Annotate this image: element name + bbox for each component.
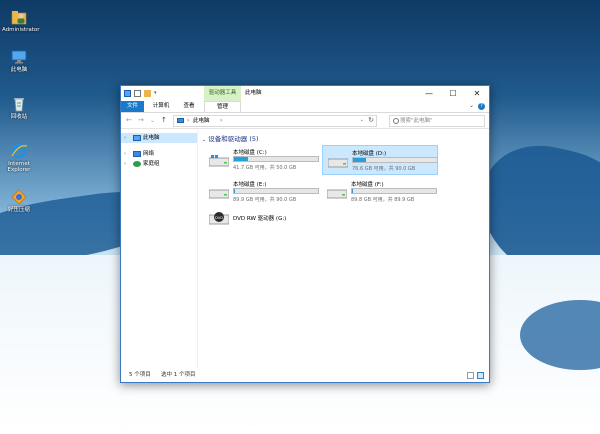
drive-name: 本地磁盘 (D:) <box>352 151 387 157</box>
tab-manage[interactable]: 管理 <box>204 101 241 112</box>
expand-ribbon-icon[interactable]: ⌄ <box>469 102 474 109</box>
drive-space-info: 41.7 GB 可用，共 50.0 GB <box>233 165 297 171</box>
drive-usage-fill <box>352 189 353 193</box>
drive-space-info: 89.8 GB 可用，共 89.9 GB <box>351 197 415 203</box>
drive-usage-fill <box>234 189 235 193</box>
drive-f[interactable]: 本地磁盘 (F:) 89.8 GB 可用，共 89.9 GB <box>322 177 438 207</box>
quick-access-toolbar: ▾ <box>124 89 159 98</box>
minimize-button[interactable]: — <box>417 86 441 101</box>
drive-c[interactable]: 本地磁盘 (C:) 41.7 GB 可用，共 50.0 GB <box>204 145 320 175</box>
search-placeholder: 搜索"此电脑" <box>400 118 433 124</box>
up-button[interactable]: ↑ <box>161 116 167 125</box>
tiles-view-button[interactable] <box>477 372 484 379</box>
details-view-button[interactable] <box>467 372 474 379</box>
tab-file[interactable]: 文件 <box>121 101 144 112</box>
file-explorer-window[interactable]: ▾ 驱动器工具 此电脑 — ☐ ✕ 文件 计算机 查看 管理 ⌄ ? ← → ⌄… <box>120 85 490 383</box>
desktop-icon-label: 此电脑 <box>10 67 28 73</box>
tab-computer[interactable]: 计算机 <box>149 101 173 112</box>
sidebar-item-network[interactable]: › 网络 <box>121 149 197 159</box>
status-selected-count: 选中 1 个项目 <box>161 372 196 378</box>
drive-e[interactable]: 本地磁盘 (E:) 89.9 GB 可用，共 90.0 GB <box>204 177 320 207</box>
desktop-icon-this-pc[interactable]: 此电脑 <box>2 48 36 73</box>
drive-g-dvd[interactable]: DVD DVD RW 驱动器 (G:) <box>204 209 320 229</box>
drive-usage-bar <box>233 156 319 162</box>
windows-drive-icon <box>208 155 230 167</box>
homegroup-icon <box>133 161 141 167</box>
desktop-icon-administrator[interactable]: Administrator <box>2 8 40 33</box>
status-item-count: 5 个项目 <box>129 372 151 378</box>
back-button[interactable]: ← <box>126 116 132 125</box>
recycle-bin-icon <box>10 95 28 113</box>
address-bar[interactable]: › 此电脑 › ⌄ ↻ <box>173 115 377 127</box>
drive-name: DVD RW 驱动器 (G:) <box>233 216 287 222</box>
forward-button[interactable]: → <box>138 116 144 125</box>
drive-usage-bar <box>352 157 438 163</box>
drive-d[interactable]: 本地磁盘 (D:) 76.6 GB 可用，共 90.0 GB <box>322 145 438 175</box>
breadcrumb-separator[interactable]: › <box>220 117 222 124</box>
desktop-icon-label: 回收站 <box>10 114 28 120</box>
search-icon <box>393 118 399 124</box>
breadcrumb-this-pc[interactable]: 此电脑 <box>193 116 210 126</box>
desktop-icon-haozip[interactable]: 好压压缩 <box>2 188 36 213</box>
content-pane: ⌄ 设备和驱动器 (5) 本地磁盘 (C:) 41.7 GB 可用，共 50.0… <box>198 129 489 368</box>
hard-drive-icon <box>327 156 349 168</box>
help-icon[interactable]: ? <box>478 103 485 110</box>
hard-drive-icon <box>208 187 230 199</box>
refresh-icon[interactable]: ↻ <box>368 116 374 124</box>
drive-space-info: 76.6 GB 可用，共 90.0 GB <box>352 166 416 172</box>
group-header-label: 设备和驱动器 (5) <box>208 135 259 143</box>
sidebar-item-label: 网络 <box>143 151 155 157</box>
tab-view[interactable]: 查看 <box>179 101 199 112</box>
sidebar-item-label: 此电脑 <box>143 135 160 141</box>
address-dropdown-icon[interactable]: ⌄ <box>360 117 364 123</box>
desktop-icon-internet-explorer[interactable]: Internet Explorer <box>2 142 36 173</box>
desktop-icon-label: Internet Explorer <box>7 161 31 173</box>
drive-usage-fill <box>234 157 248 161</box>
recent-locations-button[interactable]: ⌄ <box>150 116 155 125</box>
sidebar-item-homegroup[interactable]: › 家庭组 <box>121 159 197 169</box>
properties-icon[interactable] <box>134 90 141 97</box>
ribbon-tabs: 文件 计算机 查看 管理 ⌄ ? <box>121 101 489 113</box>
collapse-group-icon[interactable]: ⌄ <box>202 137 206 143</box>
navigation-pane: › 此电脑 › 网络 › 家庭组 <box>121 129 198 368</box>
drive-usage-bar <box>351 188 437 194</box>
internet-explorer-icon <box>10 142 28 160</box>
computer-icon <box>133 135 141 141</box>
drive-tools-context-tab: 驱动器工具 <box>204 86 241 101</box>
computer-icon <box>177 118 184 123</box>
drive-space-info: 89.9 GB 可用，共 90.0 GB <box>233 197 297 203</box>
group-header[interactable]: ⌄ 设备和驱动器 (5) <box>202 133 259 143</box>
qat-dropdown-icon[interactable]: ▾ <box>154 90 159 97</box>
computer-icon <box>124 90 131 97</box>
title-bar[interactable]: ▾ 驱动器工具 此电脑 — ☐ ✕ <box>121 86 489 101</box>
computer-icon <box>10 48 28 66</box>
desktop-icon-recycle-bin[interactable]: 回收站 <box>2 95 36 120</box>
navigation-bar: ← → ⌄ ↑ › 此电脑 › ⌄ ↻ 搜索"此电脑" <box>121 113 489 129</box>
hard-drive-icon <box>326 187 348 199</box>
desktop-icon-label: 好压压缩 <box>7 207 30 213</box>
window-title: 此电脑 <box>245 90 262 96</box>
breadcrumb-separator[interactable]: › <box>187 117 189 124</box>
haozip-icon <box>10 188 28 206</box>
drive-name: 本地磁盘 (F:) <box>351 182 384 188</box>
close-button[interactable]: ✕ <box>465 86 489 101</box>
drive-usage-fill <box>353 158 366 162</box>
dvd-disc-label: DVD <box>215 216 223 220</box>
maximize-button[interactable]: ☐ <box>441 86 465 101</box>
new-folder-icon[interactable] <box>144 90 151 97</box>
dvd-drive-icon: DVD <box>208 211 230 225</box>
search-box[interactable]: 搜索"此电脑" <box>389 115 485 127</box>
status-bar: 5 个项目 选中 1 个项目 <box>121 369 489 382</box>
user-folder-icon <box>10 8 28 26</box>
desktop-icon-label: Administrator <box>2 27 40 33</box>
sidebar-item-this-pc[interactable]: › 此电脑 <box>121 133 197 143</box>
network-icon <box>133 151 141 157</box>
sidebar-item-label: 家庭组 <box>143 161 160 167</box>
drive-name: 本地磁盘 (C:) <box>233 150 267 156</box>
drive-usage-bar <box>233 188 319 194</box>
drive-name: 本地磁盘 (E:) <box>233 182 267 188</box>
